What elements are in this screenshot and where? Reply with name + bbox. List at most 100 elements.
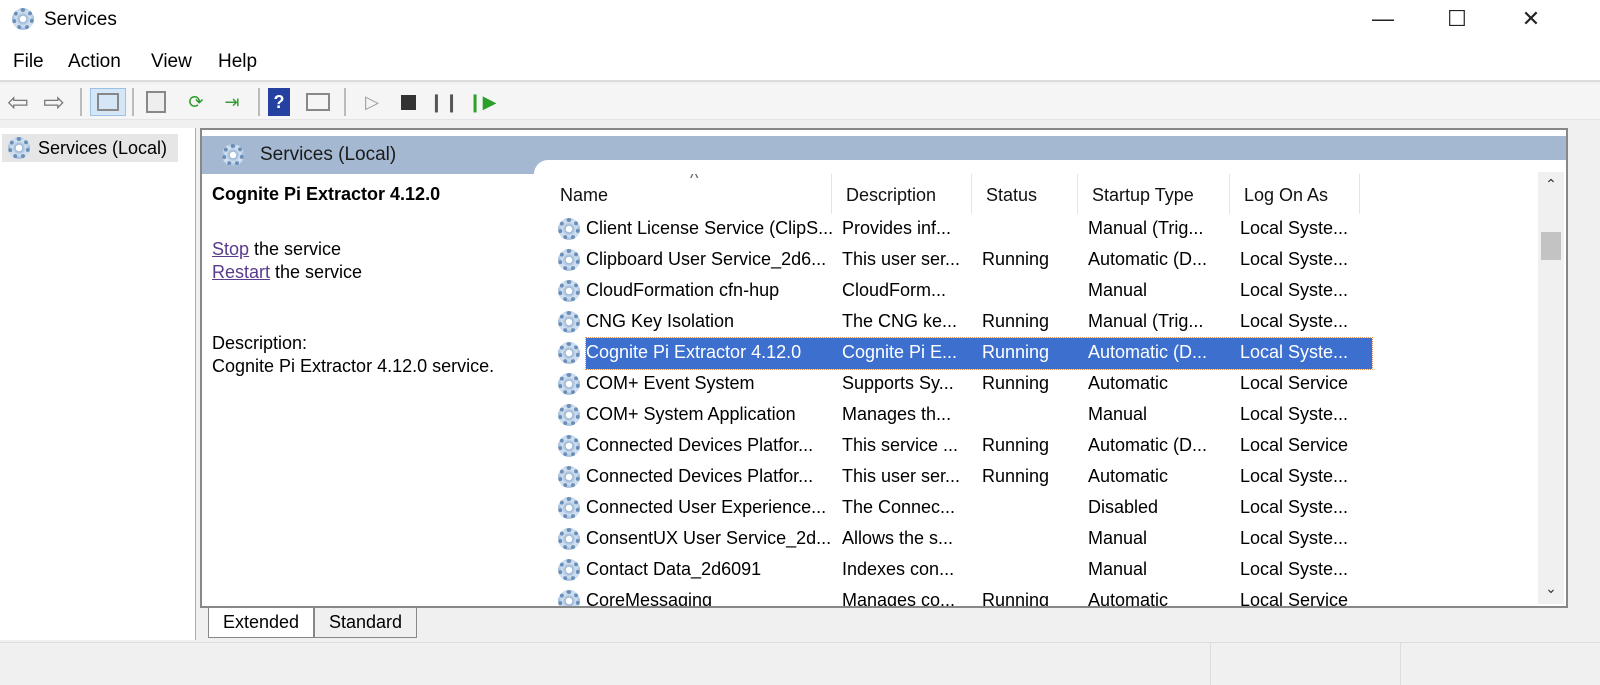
cell-name: Connected User Experience... <box>586 497 827 517</box>
cell-logon: Local Syste... <box>1240 280 1349 300</box>
cell-description: The Connec... <box>842 497 956 517</box>
close-button[interactable]: ✕ <box>1494 0 1568 40</box>
scroll-down-button[interactable]: ⌄ <box>1538 580 1564 597</box>
column-header-name[interactable]: Name <box>546 174 832 214</box>
cell-logon: Local Syste... <box>1240 249 1349 269</box>
service-row[interactable]: Connected User Experience... The Connec..… <box>556 493 1372 524</box>
start-service-icon[interactable]: ▷ <box>358 88 386 116</box>
service-row[interactable]: CloudFormation cfn-hup CloudForm... Manual… <box>556 276 1372 307</box>
service-gear-icon <box>558 435 580 457</box>
cell-logon: Local Syste... <box>1240 497 1349 517</box>
menu-bar: File Action View Help <box>0 40 1600 82</box>
cell-description: Indexes con... <box>842 559 955 579</box>
cell-description: Cognite Pi E... <box>842 342 958 362</box>
services-pane: Services (Local) Cognite Pi Extractor 4.… <box>200 128 1568 608</box>
column-header-status[interactable]: Status <box>972 174 1078 214</box>
cell-description: This user ser... <box>842 466 961 486</box>
forward-arrow-icon[interactable]: ⇨ <box>40 87 68 117</box>
cell-name: CloudFormation cfn-hup <box>586 280 780 300</box>
service-gear-icon <box>558 528 580 550</box>
services-app-icon <box>12 8 34 30</box>
cell-startup: Automatic <box>1088 466 1169 486</box>
cell-status: Running <box>982 249 1050 269</box>
cell-startup: Automatic (D... <box>1088 435 1208 455</box>
cell-name: COM+ Event System <box>586 373 755 393</box>
cell-logon: Local Service <box>1240 590 1349 606</box>
cell-description: The CNG ke... <box>842 311 958 331</box>
cell-logon: Local Syste... <box>1240 559 1349 579</box>
column-header-description[interactable]: Description <box>832 174 972 214</box>
cell-logon: Local Syste... <box>1240 342 1349 362</box>
tree-item-services-local[interactable]: Services (Local) <box>2 134 178 162</box>
show-hide-action-pane-icon[interactable] <box>304 88 332 116</box>
restart-service-link[interactable]: Restart <box>212 262 270 282</box>
service-row[interactable]: Contact Data_2d6091 Indexes con... Manual L… <box>556 555 1372 586</box>
service-row[interactable]: COM+ System Application Manages th... Manu… <box>556 400 1372 431</box>
cell-status: Running <box>982 373 1050 393</box>
maximize-button[interactable]: ☐ <box>1420 0 1494 40</box>
refresh-icon[interactable]: ⟳ <box>182 88 210 116</box>
cell-startup: Automatic <box>1088 373 1169 393</box>
service-row[interactable]: Connected Devices Platfor... This user se… <box>556 462 1372 493</box>
stop-service-link[interactable]: Stop <box>212 239 249 259</box>
service-row[interactable]: ConsentUX User Service_2d... Allows the s… <box>556 524 1372 555</box>
stop-link-text: the service <box>249 239 342 259</box>
title-bar: Services — ☐ ✕ <box>0 0 1600 40</box>
tab-extended[interactable]: Extended <box>208 608 315 638</box>
pane-header-title: Services (Local) <box>260 144 397 165</box>
export-list-icon[interactable]: ⇥ <box>218 88 246 116</box>
cell-status: Running <box>982 466 1050 486</box>
service-gear-icon <box>558 249 580 271</box>
console-tree: Services (Local) <box>0 128 196 640</box>
service-row[interactable]: Client License Service (ClipS... Provides… <box>556 214 1372 245</box>
description-panel: Cognite Pi Extractor 4.12.0 Stop the ser… <box>212 184 542 377</box>
stop-service-icon[interactable] <box>394 88 422 116</box>
restart-link-text: the service <box>270 262 363 282</box>
menu-action[interactable]: Action <box>68 51 121 73</box>
service-row-selected[interactable]: Cognite Pi Extractor 4.12.0 Cognite Pi E.… <box>556 337 1373 370</box>
service-gear-icon <box>558 404 580 426</box>
service-row[interactable]: Connected Devices Platfor... This service… <box>556 431 1372 462</box>
cell-startup: Automatic (D... <box>1088 342 1208 362</box>
properties-icon[interactable] <box>142 88 170 116</box>
service-gear-icon <box>558 280 580 302</box>
service-row[interactable]: CNG Key Isolation The CNG ke... Running Man… <box>556 307 1372 338</box>
pause-service-icon[interactable]: ❙❙ <box>429 88 459 116</box>
cell-name: Connected Devices Platfor... <box>586 466 814 486</box>
pane-header: Services (Local) <box>202 136 1566 180</box>
cell-name: Connected Devices Platfor... <box>586 435 814 455</box>
cell-status: Running <box>982 435 1050 455</box>
cell-startup: Manual <box>1088 404 1148 424</box>
column-header-log-on-as[interactable]: Log On As <box>1230 174 1360 214</box>
back-arrow-icon[interactable]: ⇦ <box>4 87 32 117</box>
cell-logon: Local Service <box>1240 435 1349 455</box>
cell-logon: Local Syste... <box>1240 466 1349 486</box>
menu-file[interactable]: File <box>13 51 44 73</box>
column-header-startup-type[interactable]: Startup Type <box>1078 174 1230 214</box>
service-gear-icon <box>558 311 580 333</box>
services-icon <box>222 144 244 166</box>
cell-startup: Manual <box>1088 559 1148 579</box>
cell-startup: Automatic (D... <box>1088 249 1208 269</box>
vertical-scrollbar[interactable]: ⌃ ⌄ <box>1538 172 1564 604</box>
service-row[interactable]: CoreMessaging Manages co... Running Automat… <box>556 586 1372 606</box>
tree-item-label: Services (Local) <box>38 138 168 158</box>
restart-service-icon[interactable]: ❙▶ <box>468 88 497 116</box>
help-icon[interactable]: ? <box>268 88 290 116</box>
services-icon <box>8 137 30 159</box>
service-gear-icon <box>558 342 580 364</box>
cell-description: CloudForm... <box>842 280 947 300</box>
cell-logon: Local Syste... <box>1240 528 1349 548</box>
cell-description: This user ser... <box>842 249 961 269</box>
menu-help[interactable]: Help <box>218 51 257 73</box>
minimize-button[interactable]: — <box>1346 0 1420 40</box>
service-row[interactable]: Clipboard User Service_2d6... This user s… <box>556 245 1372 276</box>
service-row[interactable]: COM+ Event System Supports Sy... Running Au… <box>556 369 1372 400</box>
show-hide-console-tree-icon[interactable] <box>90 88 126 116</box>
scroll-up-button[interactable]: ⌃ <box>1538 176 1564 193</box>
tab-standard[interactable]: Standard <box>314 608 418 638</box>
cell-description: Allows the s... <box>842 528 954 548</box>
cell-name: ConsentUX User Service_2d... <box>586 528 832 548</box>
scroll-thumb[interactable] <box>1541 232 1561 260</box>
menu-view[interactable]: View <box>151 51 192 73</box>
